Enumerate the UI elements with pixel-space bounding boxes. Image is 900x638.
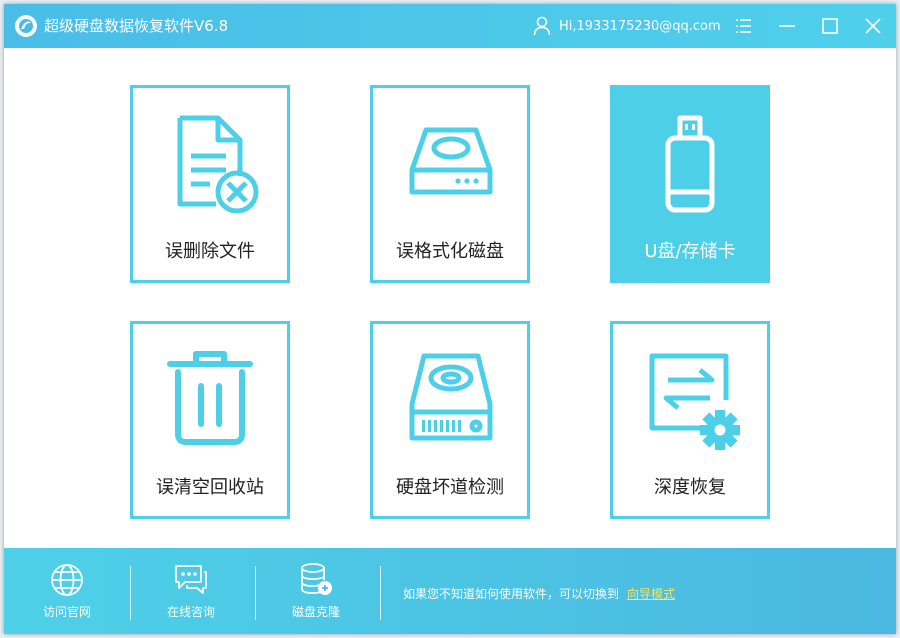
- title-bar: 超级硬盘数据恢复软件V6.8 Hi,1933175230@qq.com: [4, 4, 896, 48]
- tile-label: 深度恢复: [654, 477, 726, 498]
- menu-icon[interactable]: [732, 15, 754, 37]
- tile-deep-recovery[interactable]: 深度恢复: [610, 321, 770, 519]
- tile-label: 误删除文件: [165, 241, 255, 262]
- user-icon: [533, 16, 551, 36]
- bottom-label: 访问官网: [42, 605, 91, 619]
- hard-disk-icon: [409, 127, 493, 195]
- maximize-icon[interactable]: [819, 15, 841, 37]
- trash-bin-icon: [167, 351, 253, 445]
- bottom-label: 磁盘克隆: [291, 605, 340, 619]
- tile-deleted-files[interactable]: 误删除文件: [130, 85, 290, 283]
- minimize-icon[interactable]: [776, 15, 798, 37]
- divider: [380, 566, 381, 620]
- bottom-bar: 访问官网 在线咨询 磁盘克隆 如果您不知道如何使用软件，可以切换到 向导模式: [4, 548, 896, 634]
- guide-hint-text: 如果您不知道如何使用软件，可以切换到: [403, 587, 620, 601]
- main-content: 误删除文件 误格式化磁盘 U盘/存储卡 误清空回收站 硬盘坏道检测 深度恢复: [4, 48, 896, 548]
- tile-label: 误格式化磁盘: [396, 241, 504, 262]
- bottom-item-online-chat[interactable]: 在线咨询: [129, 548, 253, 634]
- bottom-item-website[interactable]: 访问官网: [5, 548, 129, 634]
- bottom-label: 在线咨询: [166, 605, 215, 619]
- deep-recovery-icon: [649, 353, 740, 450]
- disk-scan-icon: [409, 353, 493, 441]
- app-logo-icon: [15, 15, 37, 37]
- app-window: 超级硬盘数据恢复软件V6.8 Hi,1933175230@qq.com 误删除文…: [4, 4, 896, 634]
- app-title: 超级硬盘数据恢复软件V6.8: [44, 17, 229, 35]
- close-icon[interactable]: [862, 15, 884, 37]
- tile-label: U盘/存储卡: [644, 241, 736, 262]
- usb-drive-icon: [665, 115, 715, 213]
- user-account[interactable]: Hi,1933175230@qq.com: [559, 18, 721, 35]
- tile-recycle-bin[interactable]: 误清空回收站: [130, 321, 290, 519]
- bottom-item-disk-clone[interactable]: 磁盘克隆: [254, 548, 378, 634]
- globe-icon: [51, 564, 83, 596]
- tile-disk-scan[interactable]: 硬盘坏道检测: [370, 321, 530, 519]
- tile-formatted-disk[interactable]: 误格式化磁盘: [370, 85, 530, 283]
- tile-usb-storage[interactable]: U盘/存储卡: [610, 85, 770, 283]
- tile-label: 硬盘坏道检测: [396, 477, 504, 498]
- chat-icon: [175, 565, 207, 594]
- wizard-mode-link[interactable]: 向导模式: [627, 586, 675, 602]
- disk-clone-icon: [301, 563, 332, 595]
- deleted-file-icon: [177, 115, 259, 214]
- tile-label: 误清空回收站: [156, 477, 264, 498]
